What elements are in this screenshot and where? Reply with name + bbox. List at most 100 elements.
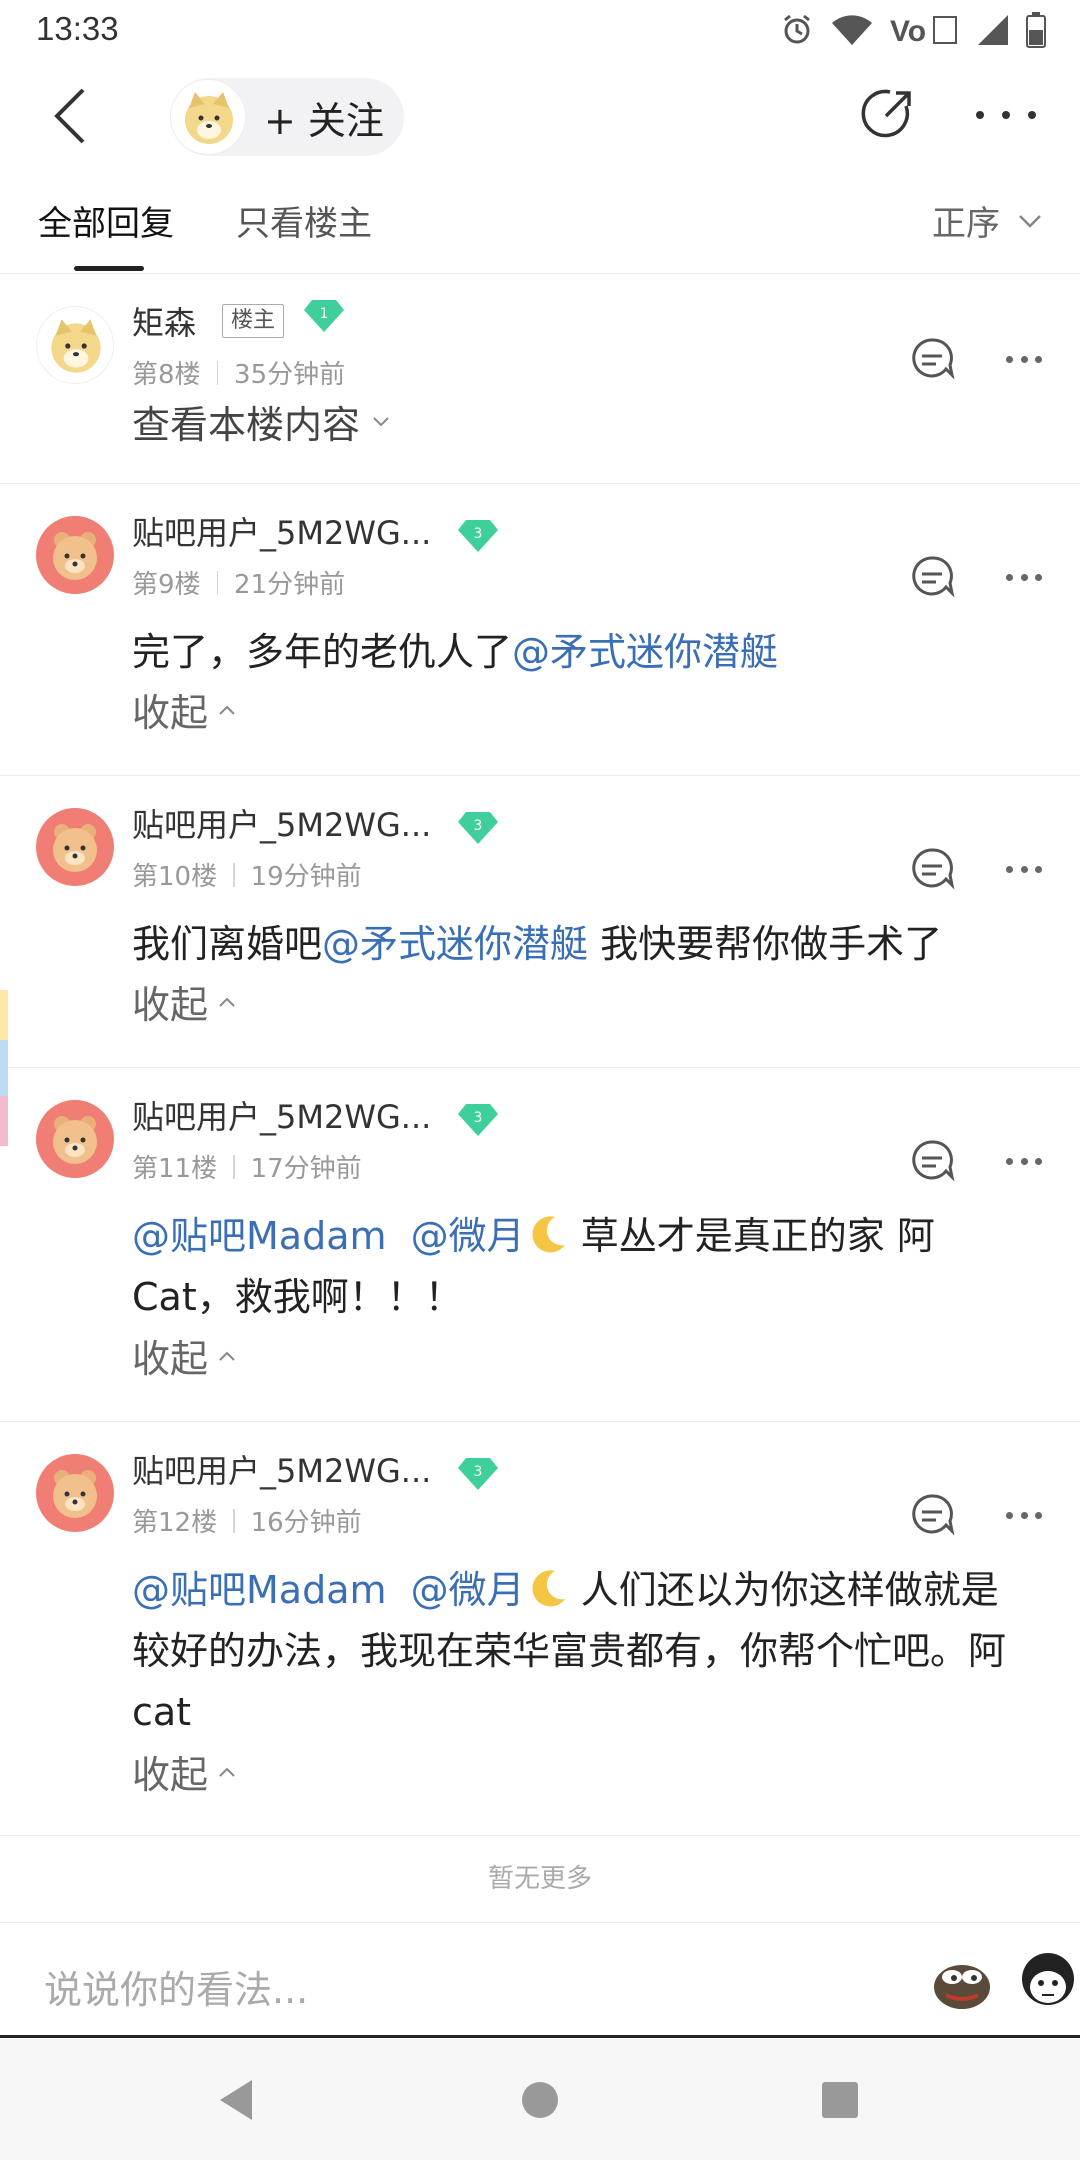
post-floor-9: 贴吧用户_5M2WG... 3 第9楼 21分钟前 完了，多年的老仇人了@矛式迷你… <box>0 484 1080 776</box>
crescent-moon-icon <box>532 1216 565 1253</box>
back-button[interactable] <box>40 86 100 146</box>
username[interactable]: 矩森 <box>132 298 196 344</box>
post-meta: 第11楼 17分钟前 <box>132 1148 362 1185</box>
post-text: 我快要帮你做手术了 <box>588 922 943 966</box>
level-badge-icon: 3 <box>458 520 498 552</box>
shiba-avatar-icon <box>51 319 101 373</box>
level-badge-icon: 3 <box>458 812 498 844</box>
username[interactable]: 贴吧用户_5M2WG... <box>132 1446 431 1492</box>
username[interactable]: 贴吧用户_5M2WG... <box>132 800 431 846</box>
avatar <box>170 79 246 155</box>
level-number: 3 <box>474 1464 483 1480</box>
post-time: 16分钟前 <box>250 1508 362 1538</box>
level-badge-icon: 3 <box>458 1458 498 1490</box>
follow-button[interactable]: + 关注 <box>170 78 404 156</box>
username[interactable]: 贴吧用户_5M2WG... <box>132 1092 431 1138</box>
avatar[interactable] <box>36 1100 114 1178</box>
more-options-button[interactable] <box>1006 572 1042 582</box>
reply-icon[interactable] <box>908 334 956 382</box>
level-badge-icon: 1 <box>304 300 344 332</box>
more-options-button[interactable] <box>976 100 1036 130</box>
sort-button[interactable]: 正序 <box>932 196 1042 245</box>
mention-link[interactable]: @矛式迷你潜艇 <box>322 922 588 966</box>
pepe-sticker-icon[interactable] <box>930 1949 994 2013</box>
collapse-label: 收起 <box>132 691 209 735</box>
header: + 关注 <box>0 62 1080 174</box>
post-meta: 第9楼 21分钟前 <box>132 564 345 601</box>
post-text: 我们离婚吧 <box>132 922 323 966</box>
collapse-button[interactable]: 收起 <box>132 1328 236 1383</box>
mention-link[interactable]: @贴吧Madam <box>132 1568 387 1612</box>
avatar[interactable] <box>36 808 114 886</box>
post-floor-11: 贴吧用户_5M2WG... 3 第11楼 17分钟前 @贴吧Madam @微月 草… <box>0 1068 1080 1422</box>
post-floor-8: 矩森 楼主 1 第8楼 35分钟前 查看本楼内容 <box>0 274 1080 484</box>
post-time: 17分钟前 <box>250 1154 362 1184</box>
collapse-label: 收起 <box>132 1753 209 1797</box>
shiba-avatar-icon <box>185 92 233 144</box>
more-options-button[interactable] <box>1006 864 1042 874</box>
level-number: 3 <box>474 1110 483 1126</box>
dot-icon <box>976 111 984 119</box>
more-options-button[interactable] <box>1006 1510 1042 1520</box>
reply-icon[interactable] <box>908 1490 956 1538</box>
post-meta: 第12楼 16分钟前 <box>132 1502 362 1539</box>
username[interactable]: 贴吧用户_5M2WG... <box>132 508 431 554</box>
chevron-down-icon <box>373 416 389 426</box>
nav-home-icon[interactable] <box>522 2082 558 2118</box>
chevron-left-icon <box>54 88 85 144</box>
more-options-button[interactable] <box>1006 354 1042 364</box>
mention-link[interactable]: @贴吧Madam <box>132 1214 387 1258</box>
view-content-label: 查看本楼内容 <box>132 403 361 447</box>
avatar[interactable] <box>36 516 114 594</box>
reply-icon[interactable] <box>908 844 956 892</box>
comment-input-bar: 说说你的看法... <box>0 1922 1080 2038</box>
post-floor-10: 贴吧用户_5M2WG... 3 第10楼 19分钟前 我们离婚吧@矛式迷你潜艇 我… <box>0 776 1080 1068</box>
wifi-icon <box>832 15 872 45</box>
share-button[interactable] <box>860 86 920 146</box>
collapse-button[interactable]: 收起 <box>132 682 236 737</box>
reply-icon[interactable] <box>908 552 956 600</box>
volte-icon: Vo <box>890 15 957 47</box>
share-icon <box>861 89 911 138</box>
nav-recent-apps-icon[interactable] <box>822 2082 858 2118</box>
bear-avatar-icon <box>53 1470 97 1518</box>
follow-label: + 关注 <box>264 98 384 143</box>
floor-number: 第10楼 <box>132 862 218 892</box>
comment-input[interactable]: 说说你的看法... <box>44 1959 308 2014</box>
level-number: 3 <box>474 526 483 542</box>
collapse-button[interactable]: 收起 <box>132 974 236 1029</box>
nav-back-icon[interactable] <box>216 2078 256 2122</box>
view-floor-content-link[interactable]: 查看本楼内容 <box>132 394 390 449</box>
more-options-button[interactable] <box>1006 1156 1042 1166</box>
dot-icon <box>1028 111 1036 119</box>
floor-number: 第11楼 <box>132 1154 218 1184</box>
chevron-down-icon <box>1019 214 1041 228</box>
post-meta: 第8楼 35分钟前 <box>132 354 345 391</box>
post-text: 完了，多年的老仇人了 <box>132 630 513 674</box>
side-floating-tab[interactable] <box>0 990 8 1040</box>
level-number: 1 <box>320 306 329 322</box>
active-tab-indicator <box>74 266 144 271</box>
post-meta: 第10楼 19分钟前 <box>132 856 362 893</box>
alarm-icon <box>784 14 810 44</box>
post-time: 35分钟前 <box>234 360 346 390</box>
floor-number: 第8楼 <box>132 360 201 390</box>
svg-text:Vo: Vo <box>890 15 926 47</box>
signal-icon <box>978 15 1008 45</box>
chevron-up-icon <box>219 997 235 1007</box>
sticker-icon[interactable] <box>1016 1949 1080 2013</box>
avatar[interactable] <box>36 306 114 384</box>
no-more-label: 暂无更多 <box>487 1864 592 1894</box>
avatar[interactable] <box>36 1454 114 1532</box>
floor-number: 第12楼 <box>132 1508 218 1538</box>
collapse-button[interactable]: 收起 <box>132 1744 236 1799</box>
tab-op-only[interactable]: 只看楼主 <box>236 196 372 245</box>
reply-icon[interactable] <box>908 1136 956 1184</box>
mention-link[interactable]: @微月 <box>411 1214 525 1258</box>
post-floor-12: 贴吧用户_5M2WG... 3 第12楼 16分钟前 @贴吧Madam @微月 人… <box>0 1422 1080 1836</box>
collapse-label: 收起 <box>132 1337 209 1381</box>
status-time: 13:33 <box>36 10 119 47</box>
mention-link[interactable]: @矛式迷你潜艇 <box>512 630 778 674</box>
tab-all-replies[interactable]: 全部回复 <box>38 196 174 245</box>
mention-link[interactable]: @微月 <box>411 1568 525 1612</box>
